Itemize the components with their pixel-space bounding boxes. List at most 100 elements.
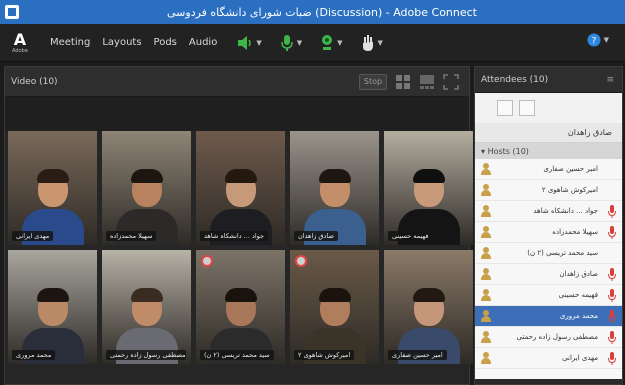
chevron-down-icon: ▼: [603, 36, 609, 44]
menu-audio[interactable]: Audio: [189, 37, 217, 48]
attendee-list-item[interactable]: جواد ... دانشکاه شاهد: [475, 201, 622, 222]
participant-name-label: مهدی ایرانی: [12, 231, 54, 241]
chevron-down-icon: ▼: [256, 38, 262, 47]
participant-name-label: امیر حسین صفاری: [388, 350, 447, 360]
video-tile[interactable]: صادق زاهدان: [290, 131, 379, 245]
host-row[interactable]: صادق زاهدان: [475, 123, 622, 143]
app-icon: [5, 5, 19, 19]
menu-layouts[interactable]: Layouts: [102, 37, 141, 48]
host-person-icon: [481, 226, 491, 238]
attendees-toolbar: [475, 93, 622, 123]
participant-name-label: سهیلا محمدزاده: [106, 231, 157, 241]
window-title: ضبات شورای دانشگاه فردوسی (Discussion) -…: [167, 5, 477, 19]
microphone-active-icon: [608, 268, 616, 281]
attendee-list-view-icon[interactable]: [497, 100, 513, 116]
video-tile[interactable]: مهدی ایرانی: [8, 131, 97, 245]
attendee-list-item[interactable]: سهیلا محمدزاده: [475, 222, 622, 243]
participant-name-label: محمد مروری: [12, 350, 56, 360]
video-pod-toolbar-area: [5, 97, 469, 131]
attendee-name: امیرکوش شاهوی ۲: [541, 186, 598, 194]
help-button[interactable]: ? ▼: [587, 33, 609, 47]
host-person-icon: [481, 205, 491, 217]
attendee-name: صادق زاهدان: [559, 270, 598, 278]
video-tile[interactable]: فهیمه حسینی: [384, 131, 473, 245]
host-person-icon: [481, 247, 491, 259]
microphone-button[interactable]: ▼: [280, 32, 302, 54]
chevron-down-icon: ▼: [296, 38, 303, 47]
attendee-name: محمد مروری: [559, 312, 598, 320]
title-bar: ضبات شورای دانشگاه فردوسی (Discussion) -…: [0, 0, 625, 24]
svg-text:?: ?: [591, 37, 596, 47]
video-tile[interactable]: امیر حسین صفاری: [384, 250, 473, 364]
microphone-active-icon: [608, 352, 616, 365]
video-pod: Video (10) Stop مهدی ایرانی سهیلا محمدزاد…: [4, 66, 473, 385]
attendee-list-item[interactable]: فهیمه حسینی: [475, 285, 622, 306]
host-person-icon: [481, 352, 491, 364]
chevron-down-icon: ▼: [377, 38, 383, 47]
attendee-list-item[interactable]: امیر حسین صفاری: [475, 159, 622, 180]
hosts-section-header[interactable]: ▾ Hosts (10): [475, 143, 622, 159]
grid-view-icon[interactable]: [395, 74, 411, 90]
chevron-down-icon: ▼: [337, 38, 343, 47]
video-pod-header: Video (10) Stop: [5, 67, 469, 97]
attendee-list-item[interactable]: مهدی ایرانی: [475, 348, 622, 369]
video-pod-title: Video (10): [11, 76, 58, 87]
participant-name-label: فهیمه حسینی: [388, 231, 433, 241]
attendees-pod-title: Attendees (10): [481, 74, 549, 85]
video-tile[interactable]: سهیلا محمدزاده: [102, 131, 191, 245]
host-person-icon: [481, 184, 491, 196]
fullscreen-icon[interactable]: [443, 73, 459, 90]
attendee-list-item[interactable]: محمد مروری: [475, 306, 622, 327]
host-person-icon: [481, 289, 491, 301]
speaker-button[interactable]: ▼: [237, 32, 262, 54]
host-person-icon: [481, 310, 491, 322]
speaker-icon: [238, 35, 252, 50]
video-grid: مهدی ایرانی سهیلا محمدزاده جواد ... دانشکا…: [5, 131, 473, 364]
host-person-icon: [481, 268, 491, 280]
attendee-list-item[interactable]: صادق زاهدان: [475, 264, 622, 285]
attendee-name: امیر حسین صفاری: [543, 165, 598, 173]
filmstrip-view-icon[interactable]: [419, 74, 435, 90]
record-indicator-icon: [295, 255, 307, 267]
adobe-logo-icon: A Adobe: [12, 29, 28, 54]
video-tile[interactable]: مصطفی رسول زاده رحمتی: [102, 250, 191, 364]
webcam-icon: [322, 34, 333, 50]
attendees-pod: Attendees (10) ≡ صادق زاهدان ▾ Hosts (10…: [474, 66, 623, 385]
attendee-name: سید محمد تریسی (۲ ن): [527, 249, 598, 257]
participant-name-label: مصطفی رسول زاده رحمتی: [106, 350, 186, 360]
participant-name-label: سید محمد تریسی (۲ ن): [200, 350, 274, 360]
video-tile[interactable]: سید محمد تریسی (۲ ن): [196, 250, 285, 364]
video-tile[interactable]: محمد مروری: [8, 250, 97, 364]
attendees-pod-header: Attendees (10) ≡: [475, 67, 622, 93]
hosts-section-label: Hosts (10): [487, 146, 529, 156]
help-icon: ?: [587, 33, 601, 47]
attendee-status-view-icon[interactable]: [519, 100, 535, 116]
microphone-active-icon: [608, 205, 616, 218]
menu-bar: A Adobe Meeting Layouts Pods Audio ▼ ▼ ▼…: [0, 24, 625, 62]
raise-hand-button[interactable]: ▼: [361, 32, 383, 54]
attendee-name: جواد ... دانشکاه شاهد: [533, 207, 598, 215]
webcam-button[interactable]: ▼: [320, 32, 343, 54]
microphone-active-icon: [608, 310, 616, 323]
pod-menu-icon[interactable]: ≡: [606, 75, 614, 85]
attendee-list-item[interactable]: مصطفی رسول زاده رحمتی: [475, 327, 622, 348]
attendee-list-item[interactable]: سید محمد تریسی (۲ ن): [475, 243, 622, 264]
attendee-name: فهیمه حسینی: [558, 291, 598, 299]
menu-pods[interactable]: Pods: [154, 37, 177, 48]
raise-hand-icon: [362, 34, 373, 51]
attendee-name: مصطفی رسول زاده رحمتی: [516, 333, 598, 341]
video-tile[interactable]: جواد ... دانشکاه شاهد: [196, 131, 285, 245]
host-person-icon: [481, 163, 491, 175]
participant-name-label: جواد ... دانشکاه شاهد: [200, 231, 269, 241]
host-name: صادق زاهدان: [567, 128, 612, 137]
microphone-active-icon: [608, 331, 616, 344]
participant-name-label: صادق زاهدان: [294, 231, 338, 241]
attendee-list: امیر حسین صفاری امیرکوش شاهوی ۲ جواد ... د…: [475, 159, 622, 379]
menu-meeting[interactable]: Meeting: [50, 37, 90, 48]
video-tile[interactable]: امیرکوش شاهوی ۲: [290, 250, 379, 364]
stop-video-button[interactable]: Stop: [359, 73, 387, 90]
attendee-name: مهدی ایرانی: [562, 354, 598, 362]
microphone-active-icon: [608, 226, 616, 239]
record-indicator-icon: [201, 255, 213, 267]
attendee-list-item[interactable]: امیرکوش شاهوی ۲: [475, 180, 622, 201]
